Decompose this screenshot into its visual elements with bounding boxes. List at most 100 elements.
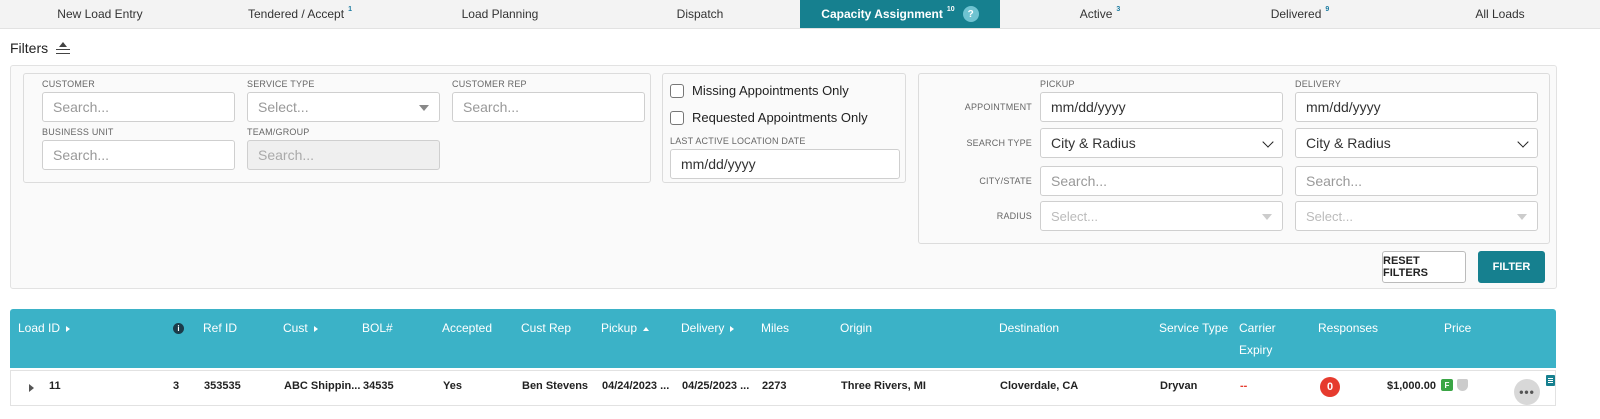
cell-origin: Three Rivers, MI (841, 380, 926, 392)
cell-pickup: 04/24/2023 ... (602, 380, 670, 392)
city-state-label: CITY/STATE (979, 176, 1032, 186)
expand-row-icon[interactable] (29, 384, 34, 392)
radius-label: RADIUS (996, 211, 1032, 221)
sort-ascending-icon (643, 326, 650, 331)
cell-cust-rep: Ben Stevens (522, 380, 589, 392)
business-unit-label: BUSINESS UNIT (42, 127, 114, 137)
tab-count: 3 (1116, 5, 1121, 13)
col-cust[interactable]: Cust (283, 320, 318, 337)
cell-price: $1,000.00 (1387, 380, 1436, 392)
col-pickup[interactable]: Pickup (601, 320, 650, 337)
col-info: i (173, 323, 184, 334)
table-row[interactable]: 11 3 353535 ABC Shippin... 34535 Yes Ben… (10, 370, 1556, 406)
loads-table-header: Load ID i Ref ID Cust BOL# Accepted Cust… (10, 309, 1556, 368)
dropdown-caret-icon (1517, 214, 1527, 220)
shield-icon (1457, 379, 1468, 391)
col-accepted[interactable]: Accepted (442, 320, 492, 337)
delivery-city-state-input[interactable]: Search... (1295, 166, 1538, 196)
tab-delivered[interactable]: Delivered 9 (1200, 0, 1400, 28)
cell-cust: ABC Shippin... (284, 380, 361, 392)
tab-capacity-assignment[interactable]: Capacity Assignment 10? (800, 0, 1000, 28)
search-type-label: SEARCH TYPE (966, 138, 1032, 148)
missing-appointments-checkbox[interactable]: Missing Appointments Only (670, 83, 849, 98)
cell-bol: 34535 (363, 380, 394, 392)
notes-icon[interactable] (1546, 375, 1555, 386)
delivery-radius-select: Select... (1295, 201, 1538, 231)
tab-count: 1 (348, 5, 352, 13)
col-carrier-expiry[interactable]: Carrier Expiry (1239, 320, 1276, 359)
col-price[interactable]: Price (1444, 320, 1471, 337)
customer-label: CUSTOMER (42, 79, 95, 89)
filters-panel: CUSTOMER Search... SERVICE TYPE Select..… (10, 65, 1557, 289)
dropdown-caret-icon (1262, 214, 1272, 220)
chevron-down-icon (1517, 136, 1529, 148)
col-service-type[interactable]: Service Type (1159, 320, 1228, 337)
col-responses[interactable]: Responses (1318, 320, 1378, 337)
delivery-search-type-select[interactable]: City & Radius (1295, 128, 1538, 158)
responses-badge[interactable]: 0 (1320, 377, 1340, 397)
help-icon[interactable]: ? (962, 6, 979, 22)
cell-destination: Cloverdale, CA (1000, 380, 1079, 392)
checkbox-icon[interactable] (670, 110, 684, 125)
last-active-location-date-input[interactable]: mm/dd/yyyy (670, 149, 900, 179)
pickup-city-state-input[interactable]: Search... (1040, 166, 1283, 196)
delivery-header: DELIVERY (1295, 79, 1341, 89)
sort-arrow-icon (313, 325, 318, 332)
customer-input[interactable]: Search... (42, 92, 235, 122)
tab-load-planning[interactable]: Load Planning (400, 0, 600, 28)
col-ref-id[interactable]: Ref ID (203, 320, 237, 337)
tab-all-loads[interactable]: All Loads (1400, 0, 1600, 28)
checkbox-icon[interactable] (670, 83, 684, 98)
tab-count: 10 (946, 5, 955, 13)
business-unit-input[interactable]: Search... (42, 140, 235, 170)
team-group-label: TEAM/GROUP (247, 127, 310, 137)
more-actions-button[interactable]: ••• (1514, 379, 1540, 405)
customer-filters-box: CUSTOMER Search... SERVICE TYPE Select..… (23, 73, 651, 183)
collapse-filters-icon[interactable] (56, 42, 71, 54)
col-cust-rep[interactable]: Cust Rep (521, 320, 571, 337)
requested-appointments-checkbox[interactable]: Requested Appointments Only (670, 110, 868, 125)
customer-rep-input[interactable]: Search... (452, 92, 645, 122)
price-flag-badge: F (1441, 379, 1453, 391)
cell-miles: 2273 (762, 380, 787, 392)
appointment-filters-box: Missing Appointments Only Requested Appo… (662, 73, 906, 183)
tab-new-load-entry[interactable]: New Load Entry (0, 0, 200, 28)
col-load-id[interactable]: Load ID (18, 320, 71, 337)
cell-delivery: 04/25/2023 ... (682, 380, 750, 392)
filters-header: Filters (10, 40, 71, 56)
pickup-search-type-select[interactable]: City & Radius (1040, 128, 1283, 158)
filters-title: Filters (10, 40, 49, 56)
col-destination[interactable]: Destination (999, 320, 1059, 337)
cell-load-id: 11 (49, 380, 61, 392)
cell-ref-id: 353535 (204, 380, 241, 392)
team-group-input: Search... (247, 140, 440, 170)
location-filters-box: PICKUP DELIVERY APPOINTMENT mm/dd/yyyy m… (918, 73, 1550, 244)
customer-rep-label: CUSTOMER REP (452, 79, 527, 89)
delivery-appointment-input[interactable]: mm/dd/yyyy (1295, 92, 1538, 122)
appointment-label: APPOINTMENT (964, 102, 1032, 112)
col-bol[interactable]: BOL# (362, 320, 393, 337)
tab-active[interactable]: Active 3 (1000, 0, 1200, 28)
cell-info: 3 (173, 380, 180, 392)
service-type-select[interactable]: Select... (247, 92, 440, 122)
tab-tendered-accept[interactable]: Tendered / Accept 1 (200, 0, 400, 28)
pickup-appointment-input[interactable]: mm/dd/yyyy (1040, 92, 1283, 122)
col-origin[interactable]: Origin (840, 320, 872, 337)
dropdown-caret-icon (419, 105, 429, 111)
pickup-header: PICKUP (1040, 79, 1075, 89)
cell-service-type: Dryvan (1160, 380, 1198, 392)
info-icon: i (173, 323, 184, 334)
sort-arrow-icon (66, 325, 71, 332)
cell-carrier-expiry: -- (1240, 380, 1248, 392)
chevron-down-icon (1262, 136, 1274, 148)
last-active-location-date-label: LAST ACTIVE LOCATION DATE (670, 136, 806, 146)
tab-dispatch[interactable]: Dispatch (600, 0, 800, 28)
pickup-radius-select: Select... (1040, 201, 1283, 231)
status-tabs: New Load Entry Tendered / Accept 1 Load P… (0, 0, 1600, 29)
reset-filters-button[interactable]: RESET FILTERS (1382, 251, 1466, 283)
col-delivery[interactable]: Delivery (681, 320, 735, 337)
filter-button[interactable]: FILTER (1478, 251, 1545, 283)
service-type-label: SERVICE TYPE (247, 79, 315, 89)
col-miles[interactable]: Miles (761, 320, 789, 337)
cell-accepted: Yes (443, 380, 462, 392)
